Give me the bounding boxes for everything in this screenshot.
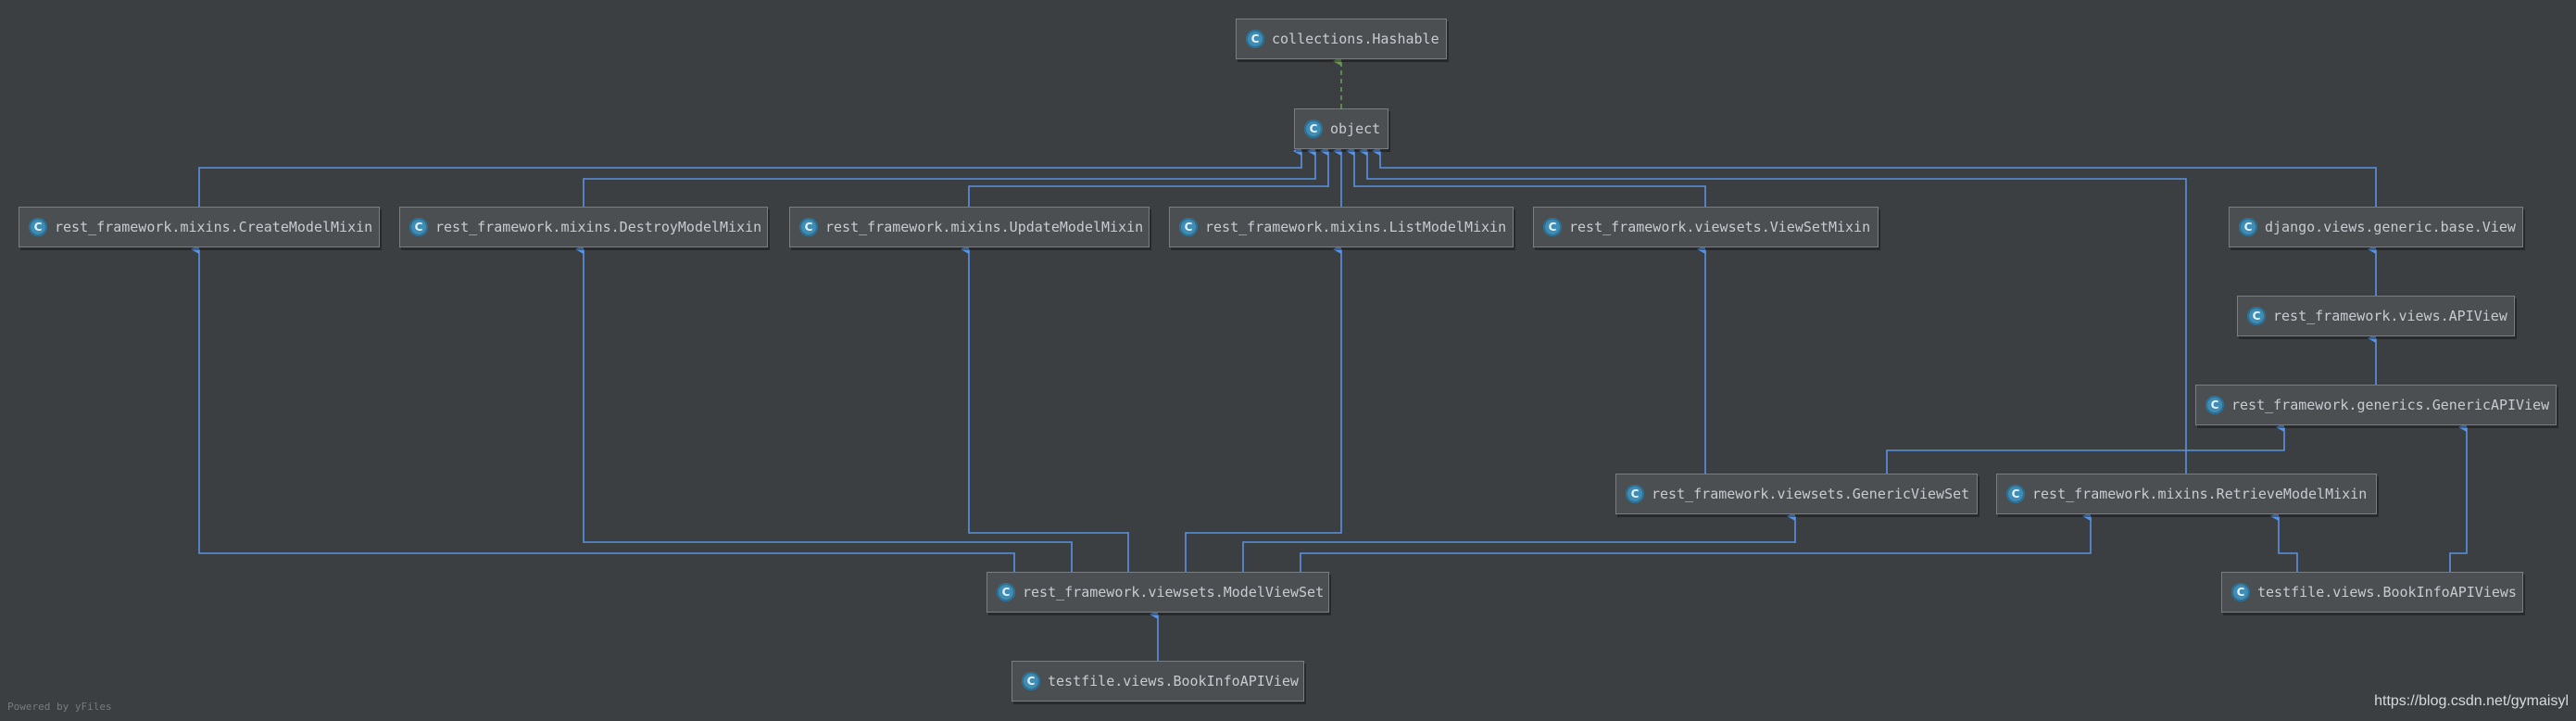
class-icon: C (2239, 218, 2257, 236)
class-node-label: rest_framework.mixins.ListModelMixin (1205, 219, 1507, 235)
class-icon: C (2006, 485, 2025, 503)
edge-modelviewset-list (1185, 245, 1342, 572)
edge-modelviewset-destroy (575, 245, 1073, 572)
class-node-model-viewset[interactable]: Crest_framework.viewsets.ModelViewSet (986, 572, 1329, 613)
edge-retrieve-object (1359, 146, 2187, 474)
edge-bookinfoapiviews-genericapiview (2449, 423, 2468, 572)
class-node-object[interactable]: Cobject (1294, 108, 1389, 149)
edge-destroy-object (583, 146, 1316, 207)
class-icon: C (1626, 485, 1644, 503)
class-node-list-mixin[interactable]: Crest_framework.mixins.ListModelMixin (1169, 207, 1514, 247)
class-icon: C (2247, 307, 2266, 325)
inheritance-edges (191, 57, 2468, 661)
class-icon: C (2231, 583, 2250, 601)
class-node-label: django.views.generic.base.View (2265, 219, 2516, 235)
class-icon: C (1246, 30, 1264, 48)
watermark-url: https://blog.csdn.net/gymaisyl (2374, 693, 2569, 709)
class-node-create-mixin[interactable]: Crest_framework.mixins.CreateModelMixin (19, 207, 380, 247)
class-node-label: rest_framework.mixins.DestroyModelMixin (435, 219, 762, 235)
class-node-generic-apiview[interactable]: Crest_framework.generics.GenericAPIView (2195, 385, 2557, 425)
class-node-label: rest_framework.viewsets.ViewSetMixin (1569, 219, 1871, 235)
class-icon: C (1543, 218, 1562, 236)
class-node-label: testfile.views.BookInfoAPIView (1048, 673, 1299, 689)
class-icon: C (997, 583, 1015, 601)
edge-modelviewset-retrieve (1300, 512, 2092, 572)
class-node-label: testfile.views.BookInfoAPIViews (2257, 584, 2517, 601)
uml-class-diagram: Ccollections.Hashable Cobject Crest_framew… (0, 0, 2576, 721)
class-icon: C (1304, 120, 1323, 138)
class-icon: C (1179, 218, 1198, 236)
edge-modelviewset-genericviewset (1242, 512, 1796, 572)
class-node-label: rest_framework.mixins.RetrieveModelMixin (2032, 486, 2368, 502)
class-node-label: rest_framework.mixins.UpdateModelMixin (825, 219, 1144, 235)
edge-bookinfoapiviews-retrieve (2270, 512, 2298, 572)
class-node-label: rest_framework.mixins.CreateModelMixin (55, 219, 373, 235)
class-icon: C (29, 218, 47, 236)
class-node-bookinfo-apiviews[interactable]: Ctestfile.views.BookInfoAPIViews (2221, 572, 2523, 613)
class-icon: C (409, 218, 428, 236)
powered-by-text: Powered by yFiles (7, 701, 112, 713)
class-node-label: object (1330, 120, 1381, 137)
class-node-label: rest_framework.viewsets.ModelViewSet (1023, 584, 1325, 601)
class-node-label: rest_framework.generics.GenericAPIView (2231, 397, 2550, 413)
class-icon: C (2205, 396, 2224, 414)
edge-genericviewset-genericapiview (1886, 423, 2285, 474)
class-node-hashable[interactable]: Ccollections.Hashable (1236, 19, 1447, 59)
class-node-update-mixin[interactable]: Crest_framework.mixins.UpdateModelMixin (789, 207, 1150, 247)
class-node-label: collections.Hashable (1272, 31, 1439, 47)
edge-modelviewset-update (961, 245, 1129, 572)
class-icon: C (799, 218, 818, 236)
edge-modelviewset-create (191, 245, 1015, 572)
class-node-label: rest_framework.views.APIView (2273, 308, 2507, 324)
class-node-retrieve-mixin[interactable]: Crest_framework.mixins.RetrieveModelMixi… (1996, 474, 2377, 514)
class-node-destroy-mixin[interactable]: Crest_framework.mixins.DestroyModelMixin (399, 207, 768, 247)
class-icon: C (1022, 672, 1040, 690)
class-node-generic-viewset[interactable]: Crest_framework.viewsets.GenericViewSet (1615, 474, 1978, 514)
class-node-viewset-mixin[interactable]: Crest_framework.viewsets.ViewSetMixin (1533, 207, 1879, 247)
class-node-django-view[interactable]: Cdjango.views.generic.base.View (2229, 207, 2523, 247)
class-node-bookinfo-apiview[interactable]: Ctestfile.views.BookInfoAPIView (1012, 661, 1304, 702)
class-node-apiview[interactable]: Crest_framework.views.APIView (2237, 296, 2515, 336)
class-node-label: rest_framework.viewsets.GenericViewSet (1652, 486, 1970, 502)
